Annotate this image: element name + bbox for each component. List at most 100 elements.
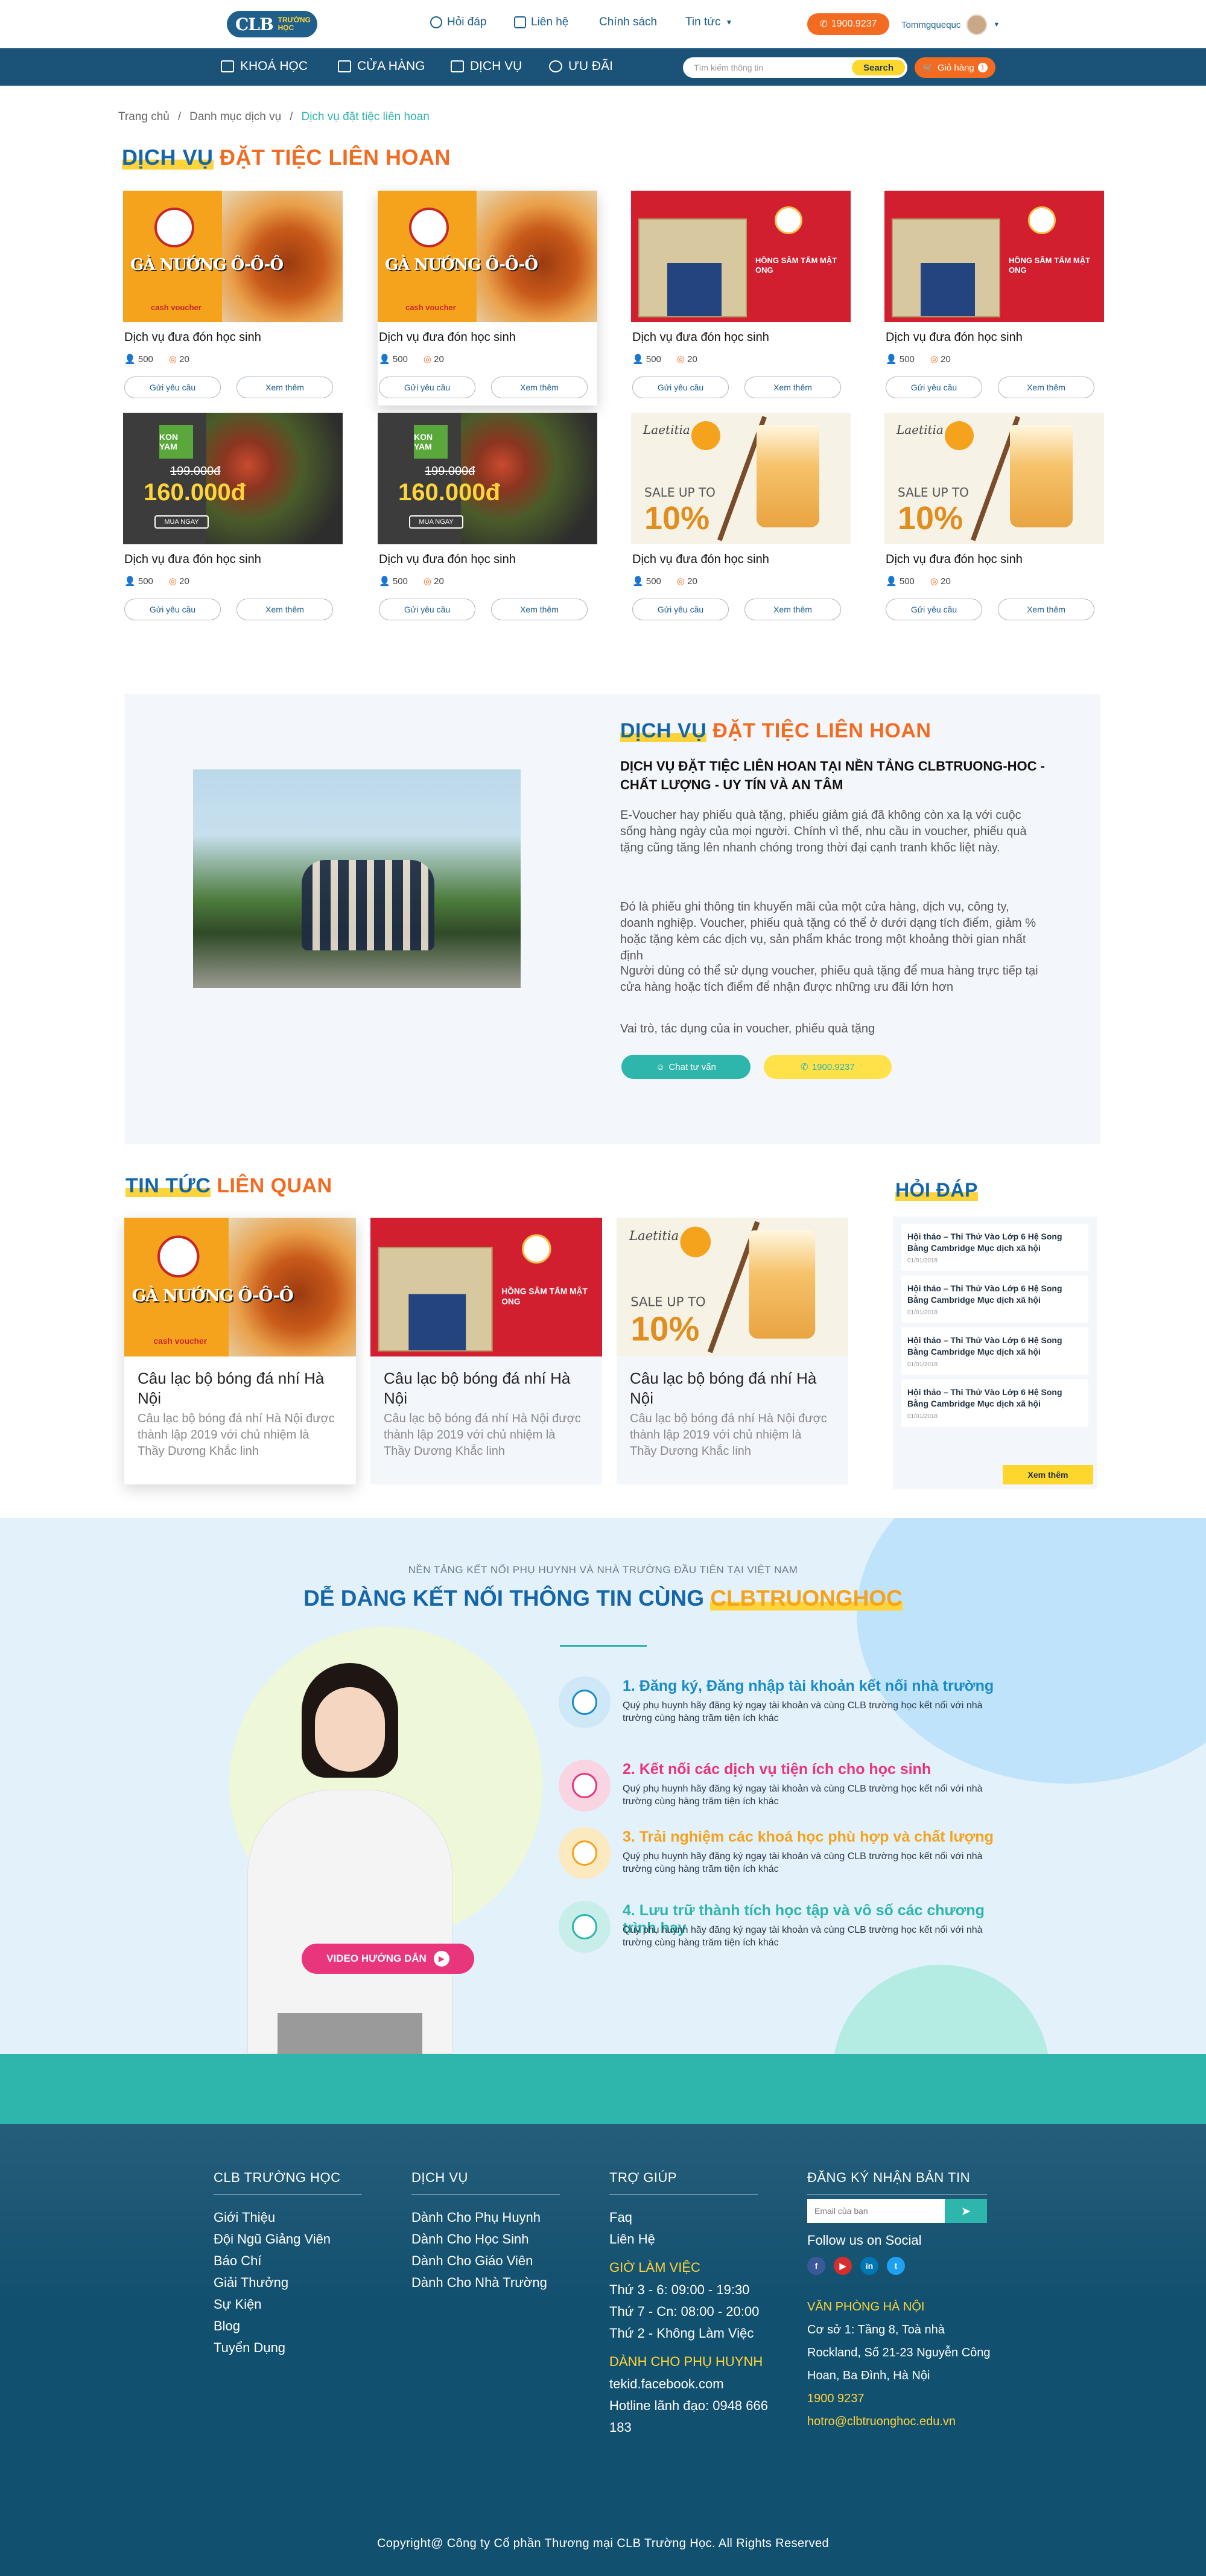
- view-more-button[interactable]: Xem thêm: [491, 377, 588, 398]
- product-title[interactable]: Dịch vụ đưa đón học sinh: [379, 553, 516, 567]
- search-bar[interactable]: Tìm kiếm thông tin Search: [683, 57, 907, 78]
- view-more-button[interactable]: Xem thêm: [491, 599, 588, 620]
- product-thumbnail[interactable]: KON YAM 199.000đ 160.000đ MUA NGAY: [378, 413, 597, 544]
- cart-button[interactable]: 🛒 Giỏ hàng 1: [915, 57, 995, 78]
- send-request-button[interactable]: Gửi yêu cầu: [886, 377, 982, 398]
- product-title[interactable]: Dịch vụ đưa đón học sinh: [124, 553, 261, 567]
- footer-link[interactable]: Đội Ngũ Giảng Viên: [214, 2228, 362, 2250]
- product-card[interactable]: Laetitia SALE UP TO 10% Dịch vụ đưa đón họ…: [631, 413, 851, 628]
- news-thumbnail[interactable]: GÀ NƯỚNG Ô-Ô-Ô cash voucher: [124, 1218, 356, 1356]
- product-title[interactable]: Dịch vụ đưa đón học sinh: [632, 331, 769, 345]
- twitter-icon[interactable]: t: [887, 2257, 905, 2275]
- send-request-button[interactable]: Gửi yêu cầu: [886, 599, 982, 620]
- video-guide-button[interactable]: VIDEO HƯỚNG DẪN ▶: [302, 1944, 474, 1974]
- product-card[interactable]: HỒNG SÂM TẨM MẬT ONG Dịch vụ đưa đón học…: [631, 191, 851, 405]
- voucher-image-bbq: KON YAM 199.000đ 160.000đ MUA NGAY: [123, 413, 343, 544]
- footer-link[interactable]: Dành Cho Giáo Viên: [411, 2250, 560, 2272]
- footer-link[interactable]: Liên Hệ: [609, 2228, 784, 2250]
- nav-news[interactable]: Tin tức ▼: [685, 16, 732, 29]
- faq-item[interactable]: Hội thảo – Thi Thử Vào Lớp 6 Hệ Song Bằn…: [901, 1224, 1088, 1271]
- product-thumbnail[interactable]: HỒNG SÂM TẨM MẬT ONG: [631, 191, 851, 322]
- view-more-button[interactable]: Xem thêm: [236, 377, 333, 398]
- product-thumbnail[interactable]: GÀ NƯỚNG Ô-Ô-Ô cash voucher: [378, 191, 597, 322]
- faq-item[interactable]: Hội thảo – Thi Thử Vào Lớp 6 Hệ Song Bằn…: [901, 1379, 1088, 1426]
- footer-link[interactable]: Dành Cho Nhà Trường: [411, 2272, 560, 2294]
- news-headline[interactable]: Câu lạc bộ bóng đá nhí Hà Nội: [630, 1369, 835, 1408]
- product-card[interactable]: Laetitia SALE UP TO 10% Dịch vụ đưa đón họ…: [884, 413, 1104, 628]
- send-request-button[interactable]: Gửi yêu cầu: [632, 377, 729, 398]
- product-card[interactable]: KON YAM 199.000đ 160.000đ MUA NGAY Dịch vụ …: [123, 413, 343, 628]
- mainnav-store[interactable]: CỬA HÀNG: [338, 59, 425, 74]
- nav-policy[interactable]: Chính sách: [599, 16, 657, 29]
- mainnav-store-label: CỬA HÀNG: [357, 59, 425, 73]
- footer-link[interactable]: Dành Cho Học Sinh: [411, 2228, 560, 2250]
- view-more-button[interactable]: Xem thêm: [236, 599, 333, 620]
- office-phone[interactable]: 1900 9237: [807, 2387, 865, 2410]
- product-card[interactable]: GÀ NƯỚNG Ô-Ô-Ô cash voucher Dịch vụ đưa đ…: [123, 191, 343, 405]
- youtube-icon[interactable]: ▶: [834, 2257, 852, 2275]
- footer-link[interactable]: Sự Kiện: [214, 2294, 362, 2315]
- nav-faq[interactable]: Hỏi đáp: [430, 16, 487, 29]
- product-thumbnail[interactable]: GÀ NƯỚNG Ô-Ô-Ô cash voucher: [123, 191, 343, 322]
- view-more-button[interactable]: Xem thêm: [744, 599, 841, 620]
- view-more-button[interactable]: Xem thêm: [744, 377, 841, 398]
- footer-link[interactable]: Giới Thiệu: [214, 2207, 362, 2228]
- news-card[interactable]: HỒNG SÂM TẨM MẬT ONG Câu lạc bộ bóng đá …: [370, 1218, 602, 1484]
- view-more-button[interactable]: Xem thêm: [998, 377, 1094, 398]
- product-thumbnail[interactable]: Laetitia SALE UP TO 10%: [884, 413, 1104, 544]
- footer-link[interactable]: Faq: [609, 2207, 784, 2228]
- product-thumbnail[interactable]: Laetitia SALE UP TO 10%: [631, 413, 851, 544]
- footer-link[interactable]: Giải Thưởng: [214, 2272, 362, 2294]
- product-thumbnail[interactable]: HỒNG SÂM TẨM MẬT ONG: [884, 191, 1104, 322]
- product-title[interactable]: Dịch vụ đưa đón học sinh: [886, 331, 1023, 345]
- send-request-button[interactable]: Gửi yêu cầu: [379, 599, 475, 620]
- product-title[interactable]: Dịch vụ đưa đón học sinh: [379, 331, 516, 345]
- product-card[interactable]: KON YAM 199.000đ 160.000đ MUA NGAY Dịch vụ …: [378, 413, 597, 628]
- footer-link[interactable]: Báo Chí: [214, 2250, 362, 2272]
- about-hotline-button[interactable]: ✆ 1900.9237: [764, 1055, 892, 1079]
- send-icon[interactable]: ➤: [945, 2199, 987, 2223]
- news-card[interactable]: GÀ NƯỚNG Ô-Ô-Ô cash voucher Câu lạc bộ bó…: [124, 1218, 356, 1484]
- product-card[interactable]: GÀ NƯỚNG Ô-Ô-Ô cash voucher Dịch vụ đưa đ…: [378, 191, 597, 405]
- send-request-button[interactable]: Gửi yêu cầu: [124, 377, 221, 398]
- product-thumbnail[interactable]: KON YAM 199.000đ 160.000đ MUA NGAY: [123, 413, 343, 544]
- faq-more-button[interactable]: Xem thêm: [1003, 1465, 1093, 1484]
- news-card[interactable]: Laetitia SALE UP TO 10% Câu lạc bộ bóng đá…: [617, 1218, 848, 1484]
- faq-item[interactable]: Hội thảo – Thi Thử Vào Lớp 6 Hệ Song Bằn…: [901, 1328, 1088, 1375]
- nav-contact[interactable]: Liên hệ: [514, 16, 568, 29]
- product-title[interactable]: Dịch vụ đưa đón học sinh: [886, 553, 1023, 567]
- news-headline[interactable]: Câu lạc bộ bóng đá nhí Hà Nội: [384, 1369, 589, 1408]
- voucher-image-bbq: KON YAM 199.000đ 160.000đ MUA NGAY: [378, 413, 597, 544]
- breadcrumb-home[interactable]: Trang chủ: [118, 110, 170, 124]
- facebook-icon[interactable]: f: [807, 2257, 825, 2275]
- view-more-button[interactable]: Xem thêm: [998, 599, 1094, 620]
- hotline-button[interactable]: ✆ 1900.9237: [807, 13, 889, 35]
- user-menu[interactable]: Tommgquequc ▼: [901, 14, 1000, 35]
- mainnav-offers[interactable]: ƯU ĐÃI: [549, 59, 613, 74]
- product-card[interactable]: HỒNG SÂM TẨM MẬT ONG Dịch vụ đưa đón học…: [884, 191, 1104, 405]
- breadcrumb-category[interactable]: Danh mục dịch vụ: [189, 110, 281, 124]
- news-headline[interactable]: Câu lạc bộ bóng đá nhí Hà Nội: [138, 1369, 343, 1408]
- parents-facebook-link[interactable]: tekid.facebook.com: [609, 2373, 784, 2395]
- brand-logo: [1028, 206, 1056, 234]
- footer-link[interactable]: Blog: [214, 2315, 362, 2337]
- footer-link[interactable]: Dành Cho Phụ Huynh: [411, 2207, 560, 2228]
- faq-item[interactable]: Hội thảo – Thi Thử Vào Lớp 6 Hệ Song Bằn…: [901, 1276, 1088, 1323]
- product-title[interactable]: Dịch vụ đưa đón học sinh: [632, 553, 769, 567]
- mainnav-courses[interactable]: KHOÁ HỌC: [221, 59, 308, 74]
- office-email[interactable]: hotro@clbtruonghoc.edu.vn: [807, 2410, 956, 2433]
- news-thumbnail[interactable]: HỒNG SÂM TẨM MẬT ONG: [370, 1218, 602, 1356]
- product-title[interactable]: Dịch vụ đưa đón học sinh: [124, 331, 261, 345]
- send-request-button[interactable]: Gửi yêu cầu: [379, 377, 475, 398]
- search-button[interactable]: Search: [852, 60, 905, 75]
- send-request-button[interactable]: Gửi yêu cầu: [124, 599, 221, 620]
- search-input[interactable]: Tìm kiếm thông tin: [694, 63, 763, 72]
- newsletter-email-input[interactable]: Email của bạn ➤: [807, 2199, 987, 2223]
- chat-consult-button[interactable]: ☺ Chat tư vấn: [621, 1055, 751, 1079]
- site-logo[interactable]: CLB TRƯỜNG HỌC: [227, 11, 317, 37]
- footer-link[interactable]: Tuyển Dụng: [214, 2337, 362, 2359]
- linkedin-icon[interactable]: in: [860, 2257, 878, 2275]
- news-thumbnail[interactable]: Laetitia SALE UP TO 10%: [617, 1218, 848, 1356]
- mainnav-services[interactable]: DỊCH VỤ: [451, 59, 522, 74]
- send-request-button[interactable]: Gửi yêu cầu: [632, 599, 729, 620]
